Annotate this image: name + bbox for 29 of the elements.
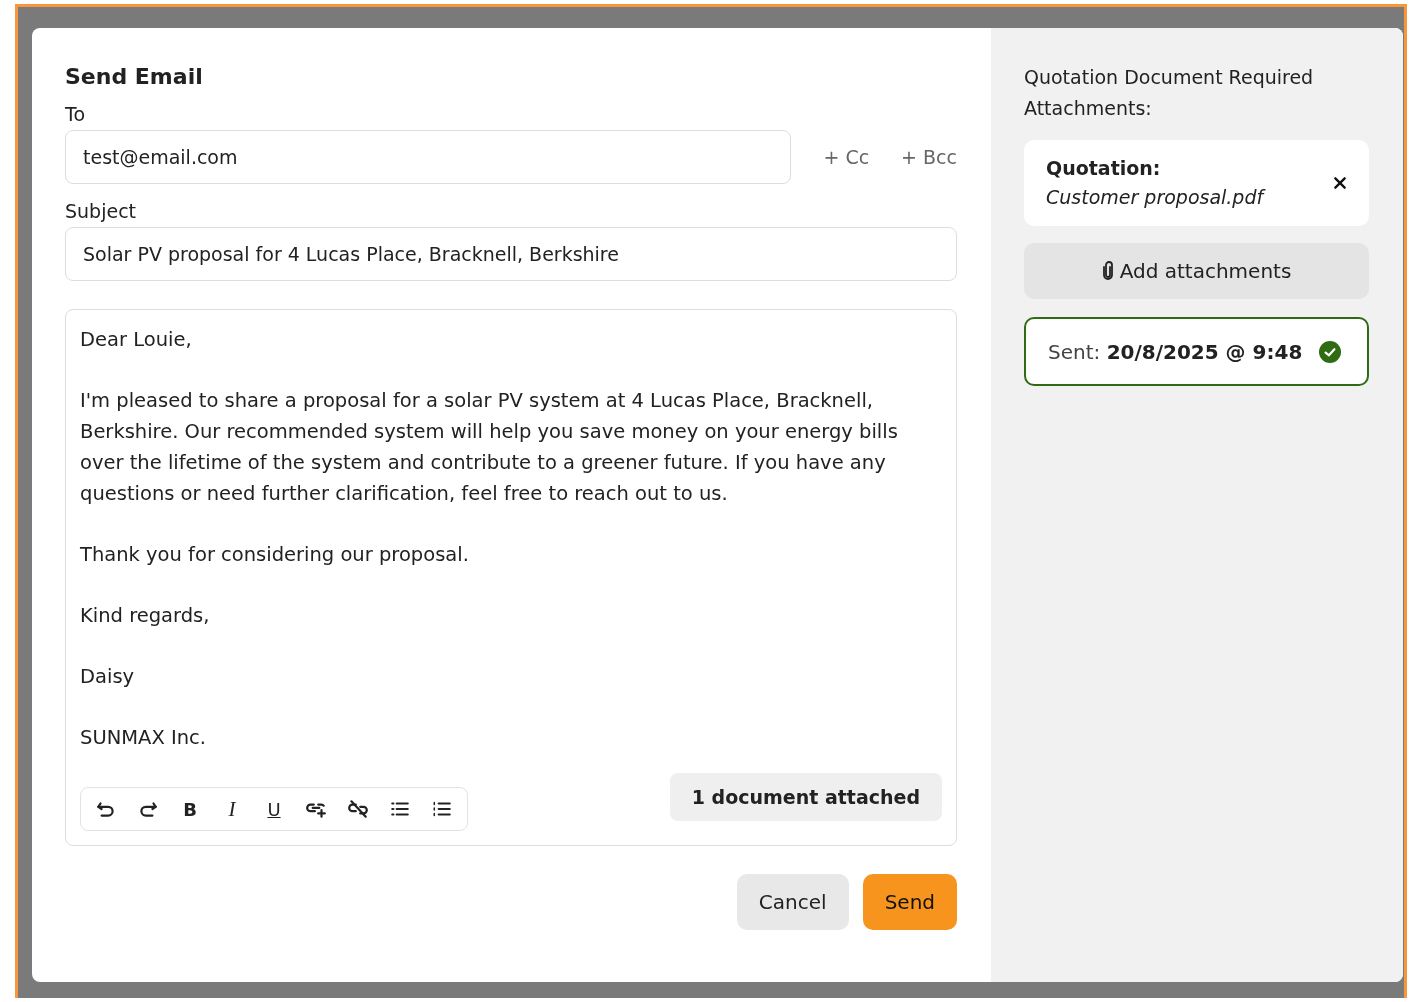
attachment-label: Quotation: [1046,156,1162,181]
dialog-title: Send Email [65,64,204,89]
close-icon[interactable] [1333,176,1347,190]
send-button[interactable]: Send [862,874,957,930]
message-paragraph: Kind regards, [80,603,211,629]
message-paragraph: I'm pleased to share a proposal for a solar PV system at 4 Lucas Place, Bracknell, Berkshire. Our recommended system will help you save money on your energy bills over the lifetime of the system and contribute to a greener future. If you have any questions or need further clarification, feel free to reach out to us. [80,388,899,507]
bcc-link[interactable]: + Bcc [901,146,957,168]
attachment-file-name: Customer proposal.pdf [1046,185,1264,210]
sent-label: Sent: 20/8/2025 @ 9:48 [1048,339,1303,364]
cc-link[interactable]: + Cc [823,146,870,168]
bold-button[interactable]: B [179,798,201,820]
field-label: Subject [65,200,138,222]
italic-button[interactable]: I [221,798,243,820]
message-paragraph: Daisy [80,664,136,690]
message-editor[interactable] [65,309,957,846]
panel-title: Quotation Document Required Attachments: [1024,65,1315,121]
add-attachments-button[interactable]: Add attachments [1024,243,1369,299]
attachment-count-badge[interactable]: 1 document attached [669,773,942,821]
subject-field[interactable]: Solar PV proposal for 4 Lucas Place, Bracknell, Berkshire [65,227,957,281]
cancel-button[interactable]: Cancel [736,874,849,930]
message-paragraph: Dear Louie, [80,327,193,353]
paperclip-icon [1101,261,1114,281]
underline-button[interactable]: U [263,798,285,820]
field-label: To [65,103,86,125]
message-paragraph: Thank you for considering our proposal. [80,542,470,568]
check-circle-icon [1319,340,1341,363]
to-field[interactable]: test@email.com [65,130,792,184]
unlink-icon[interactable] [347,798,369,820]
message-paragraph: SUNMAX Inc. [80,725,207,751]
